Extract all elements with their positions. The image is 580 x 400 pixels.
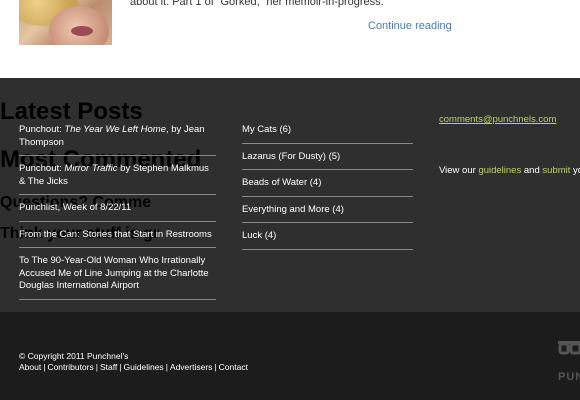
latest-post-text: From the Can: Stories that Start in Rest… <box>19 228 212 240</box>
most-commented-item: My Cats (6) <box>242 124 413 144</box>
latest-post-link[interactable]: To The 90-Year-Old Woman Who Irrationall… <box>19 255 209 291</box>
latest-post-link[interactable]: Punchout: Mirror Traffic by Stephen Malk… <box>19 163 209 187</box>
footer-link-guidelines[interactable]: Guidelines <box>124 362 164 372</box>
footer-links: About | Contributors | Staff | Guidelines | Adve… <box>19 362 248 372</box>
latest-post-item: Punchlist, Week of 8/22/11 <box>19 202 216 222</box>
most-commented-link[interactable]: Lazarus (For Dusty) (5) <box>242 151 340 162</box>
submit-info-text: View our guidelines and submit yo <box>439 165 580 176</box>
view-our-text: View our <box>439 165 479 176</box>
post-excerpt-text: about it. Part 1 of “Gorked,” her memoir… <box>130 0 384 8</box>
footer-link-contributors[interactable]: Contributors <box>47 362 93 372</box>
punchnels-logo-icon <box>558 341 580 355</box>
latest-post-item: To The 90-Year-Old Woman Who Irrationall… <box>19 255 216 300</box>
most-commented-link[interactable]: My Cats (6) <box>242 124 291 135</box>
most-commented-link[interactable]: Beads of Water (4) <box>242 177 321 188</box>
most-commented-item: Lazarus (For Dusty) (5) <box>242 151 413 170</box>
and-text: and <box>521 165 543 176</box>
latest-post-italic: The Year We Left Home <box>64 124 166 135</box>
most-commented-link[interactable]: Everything and More (4) <box>242 204 344 215</box>
thumbnail-mouth <box>71 26 93 36</box>
latest-post-link[interactable]: Punchout: The Year We Left Home, by Jean… <box>19 124 205 148</box>
footer-link-advertisers[interactable]: Advertisers <box>170 362 213 372</box>
latest-post-text: Punchlist, Week of 8/22/11 <box>19 202 132 213</box>
guidelines-link[interactable]: guidelines <box>478 165 521 176</box>
submit-link[interactable]: submit <box>542 165 570 176</box>
site-footer-bottom: © Copyright 2011 Punchnel's About | Contri… <box>0 312 580 400</box>
footer-link-about[interactable]: About <box>19 362 41 372</box>
footer-link-contact[interactable]: Contact <box>219 362 248 372</box>
latest-posts-list: Punchout: The Year We Left Home, by Jean… <box>19 124 216 307</box>
view-suffix-text: yo <box>572 165 580 176</box>
footer-widgets: Latest Posts Punchout: The Year We Left … <box>0 78 580 312</box>
latest-post-item: From the Can: Stories that Start in Rest… <box>19 229 216 248</box>
footer-link-staff[interactable]: Staff <box>100 362 117 372</box>
post-thumbnail-image[interactable] <box>19 0 112 45</box>
copyright-text: © Copyright 2011 Punchnel's <box>19 351 129 361</box>
comments-email-link[interactable]: comments@punchnels.com <box>439 114 556 125</box>
latest-post-item: Punchout: The Year We Left Home, by Jean… <box>19 124 216 156</box>
latest-post-text: Punchout: <box>19 124 65 135</box>
latest-post-link[interactable]: Punchlist, Week of 8/22/11 <box>19 202 131 213</box>
most-commented-item: Everything and More (4) <box>242 204 413 223</box>
latest-post-link[interactable]: From the Can: Stories that Start in Rest… <box>19 229 212 240</box>
latest-post-text: To The 90-Year-Old Woman Who Irrationall… <box>19 255 209 291</box>
logo-text: PUN <box>558 371 580 383</box>
post-excerpt-area: about it. Part 1 of “Gorked,” her memoir… <box>0 0 580 78</box>
most-commented-item: Luck (4) <box>242 230 413 250</box>
latest-post-text: Punchout: <box>19 163 65 174</box>
latest-post-italic: Mirror Traffic <box>64 163 118 174</box>
continue-reading-link[interactable]: Continue reading <box>368 20 452 32</box>
most-commented-link[interactable]: Luck (4) <box>242 230 276 241</box>
latest-post-item: Punchout: Mirror Traffic by Stephen Malk… <box>19 163 216 195</box>
most-commented-list: My Cats (6) Lazarus (For Dusty) (5) Bead… <box>242 124 413 257</box>
most-commented-item: Beads of Water (4) <box>242 177 413 197</box>
